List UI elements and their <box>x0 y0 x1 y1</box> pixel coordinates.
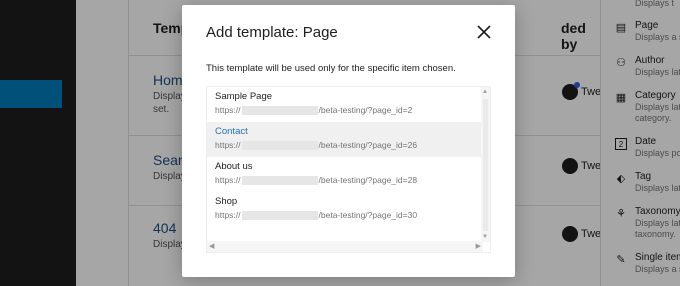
item-list: Sample Page https:///beta-testing/?page_… <box>206 86 491 253</box>
horizontal-scrollbar[interactable]: ◀ ▶ <box>207 241 483 252</box>
scroll-left-icon[interactable]: ◀ <box>209 242 214 250</box>
modal-description: This template will be used only for the … <box>206 63 456 74</box>
scroll-up-icon[interactable]: ▲ <box>482 89 488 95</box>
redacted-domain <box>241 141 318 151</box>
list-item[interactable]: About us https:///beta-testing/?page_id=… <box>207 157 483 192</box>
item-title: Shop <box>215 196 238 207</box>
item-url: https:///beta-testing/?page_id=30 <box>215 210 418 221</box>
close-button[interactable] <box>474 22 494 42</box>
close-icon <box>477 25 491 39</box>
scrollbar-thumb[interactable] <box>483 99 488 231</box>
vertical-scrollbar[interactable]: ▲ ▼ <box>481 87 490 242</box>
modal-title: Add template: Page <box>206 24 338 41</box>
scroll-right-icon[interactable]: ▶ <box>476 242 481 250</box>
list-item-selected[interactable]: Contact https:///beta-testing/?page_id=2… <box>207 122 483 157</box>
scroll-down-icon[interactable]: ▼ <box>482 234 488 240</box>
redacted-domain <box>241 176 318 186</box>
item-url: https:///beta-testing/?page_id=28 <box>215 175 418 186</box>
item-url: https:///beta-testing/?page_id=2 <box>215 105 413 116</box>
list-item[interactable]: Shop https:///beta-testing/?page_id=30 <box>207 192 483 227</box>
item-title: Contact <box>215 126 248 137</box>
list-item[interactable]: Sample Page https:///beta-testing/?page_… <box>207 87 483 122</box>
redacted-domain <box>241 106 318 116</box>
redacted-domain <box>241 211 318 221</box>
add-template-modal: Add template: Page This template will be… <box>182 5 515 277</box>
item-url: https:///beta-testing/?page_id=26 <box>215 140 418 151</box>
item-title: Sample Page <box>215 91 273 102</box>
item-title: About us <box>215 161 253 172</box>
